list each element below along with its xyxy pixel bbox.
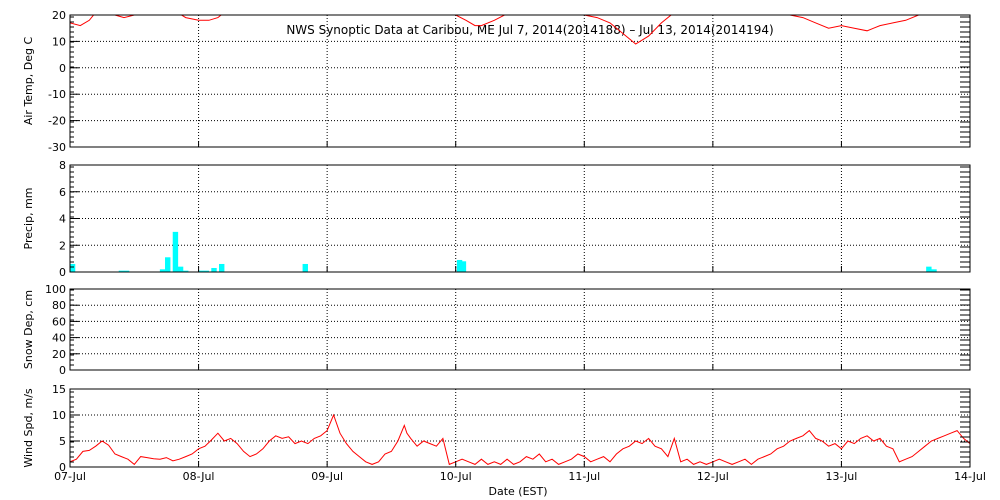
panel-snow: 100 80 60 40 20 0 Snow Dep, cm bbox=[22, 283, 971, 377]
y-tick-label: -20 bbox=[48, 115, 66, 128]
y-axis-label: Air Temp, Deg C bbox=[22, 37, 35, 126]
y-tick-label: 20 bbox=[52, 348, 66, 361]
x-axis-label: Date (EST) bbox=[488, 485, 547, 498]
x-tick-label: 13-Jul bbox=[825, 470, 857, 483]
precip-bar bbox=[926, 266, 932, 272]
wind-series-line bbox=[70, 413, 970, 466]
precip-bar bbox=[219, 263, 225, 272]
y-tick-label: 80 bbox=[52, 299, 66, 312]
y-tick-label: -10 bbox=[48, 88, 66, 101]
y-axis-label: Precip, mm bbox=[22, 188, 35, 250]
y-axis-label: Wind Spd, m/s bbox=[22, 388, 35, 468]
panel-frame bbox=[69, 288, 971, 371]
y-tick-label: 0 bbox=[59, 266, 66, 279]
x-tick-label: 12-Jul bbox=[697, 470, 729, 483]
x-tick-labels: 07-Jul 08-Jul 09-Jul 10-Jul 11-Jul 12-Jul 13-J… bbox=[54, 470, 986, 483]
precip-bar bbox=[172, 231, 179, 272]
x-tick-label: 11-Jul bbox=[568, 470, 600, 483]
synoptic-chart: NWS Synoptic Data at Caribou, ME Jul 7, … bbox=[22, 9, 986, 498]
y-tick-label: 6 bbox=[59, 186, 66, 199]
precip-bar bbox=[211, 267, 217, 272]
y-tick-label: 60 bbox=[52, 315, 66, 328]
y-tick-label: 20 bbox=[52, 9, 66, 22]
x-tick-label: 14-Jul bbox=[954, 470, 986, 483]
precip-bar bbox=[177, 266, 184, 272]
y-tick-label: 0 bbox=[59, 364, 66, 377]
x-tick-label: 07-Jul bbox=[54, 470, 86, 483]
x-tick-label: 09-Jul bbox=[311, 470, 343, 483]
panel-frame bbox=[69, 388, 971, 468]
y-tick-label: 5 bbox=[59, 435, 66, 448]
x-tick-label: 08-Jul bbox=[183, 470, 215, 483]
y-tick-label: 10 bbox=[52, 35, 66, 48]
precip-bar bbox=[70, 263, 76, 272]
precip-bar bbox=[302, 263, 308, 272]
panel-precip: 8 6 4 2 0 Precip, mm bbox=[22, 159, 971, 279]
y-tick-label: 100 bbox=[45, 283, 66, 296]
y-tick-label: 0 bbox=[59, 62, 66, 75]
y-tick-label: 15 bbox=[52, 383, 66, 396]
y-tick-label: 4 bbox=[59, 213, 66, 226]
y-tick-label: -30 bbox=[48, 141, 66, 154]
y-tick-label: 2 bbox=[59, 239, 66, 252]
precip-bar bbox=[165, 257, 171, 272]
panel-wind: 151050Wind Spd, m/s bbox=[22, 383, 971, 474]
chart-panels: 20100-10-20-30Air Temp, Deg C86420Precip… bbox=[22, 9, 971, 474]
y-tick-label: 8 bbox=[59, 159, 66, 172]
temp-series-line bbox=[70, 15, 922, 45]
x-tick-label: 10-Jul bbox=[440, 470, 472, 483]
chart-title: NWS Synoptic Data at Caribou, ME Jul 7, … bbox=[286, 23, 773, 37]
y-axis-label: Snow Dep, cm bbox=[22, 290, 35, 369]
y-tick-label: 40 bbox=[52, 332, 66, 345]
precip-bar bbox=[460, 261, 467, 272]
y-tick-label: 10 bbox=[52, 409, 66, 422]
